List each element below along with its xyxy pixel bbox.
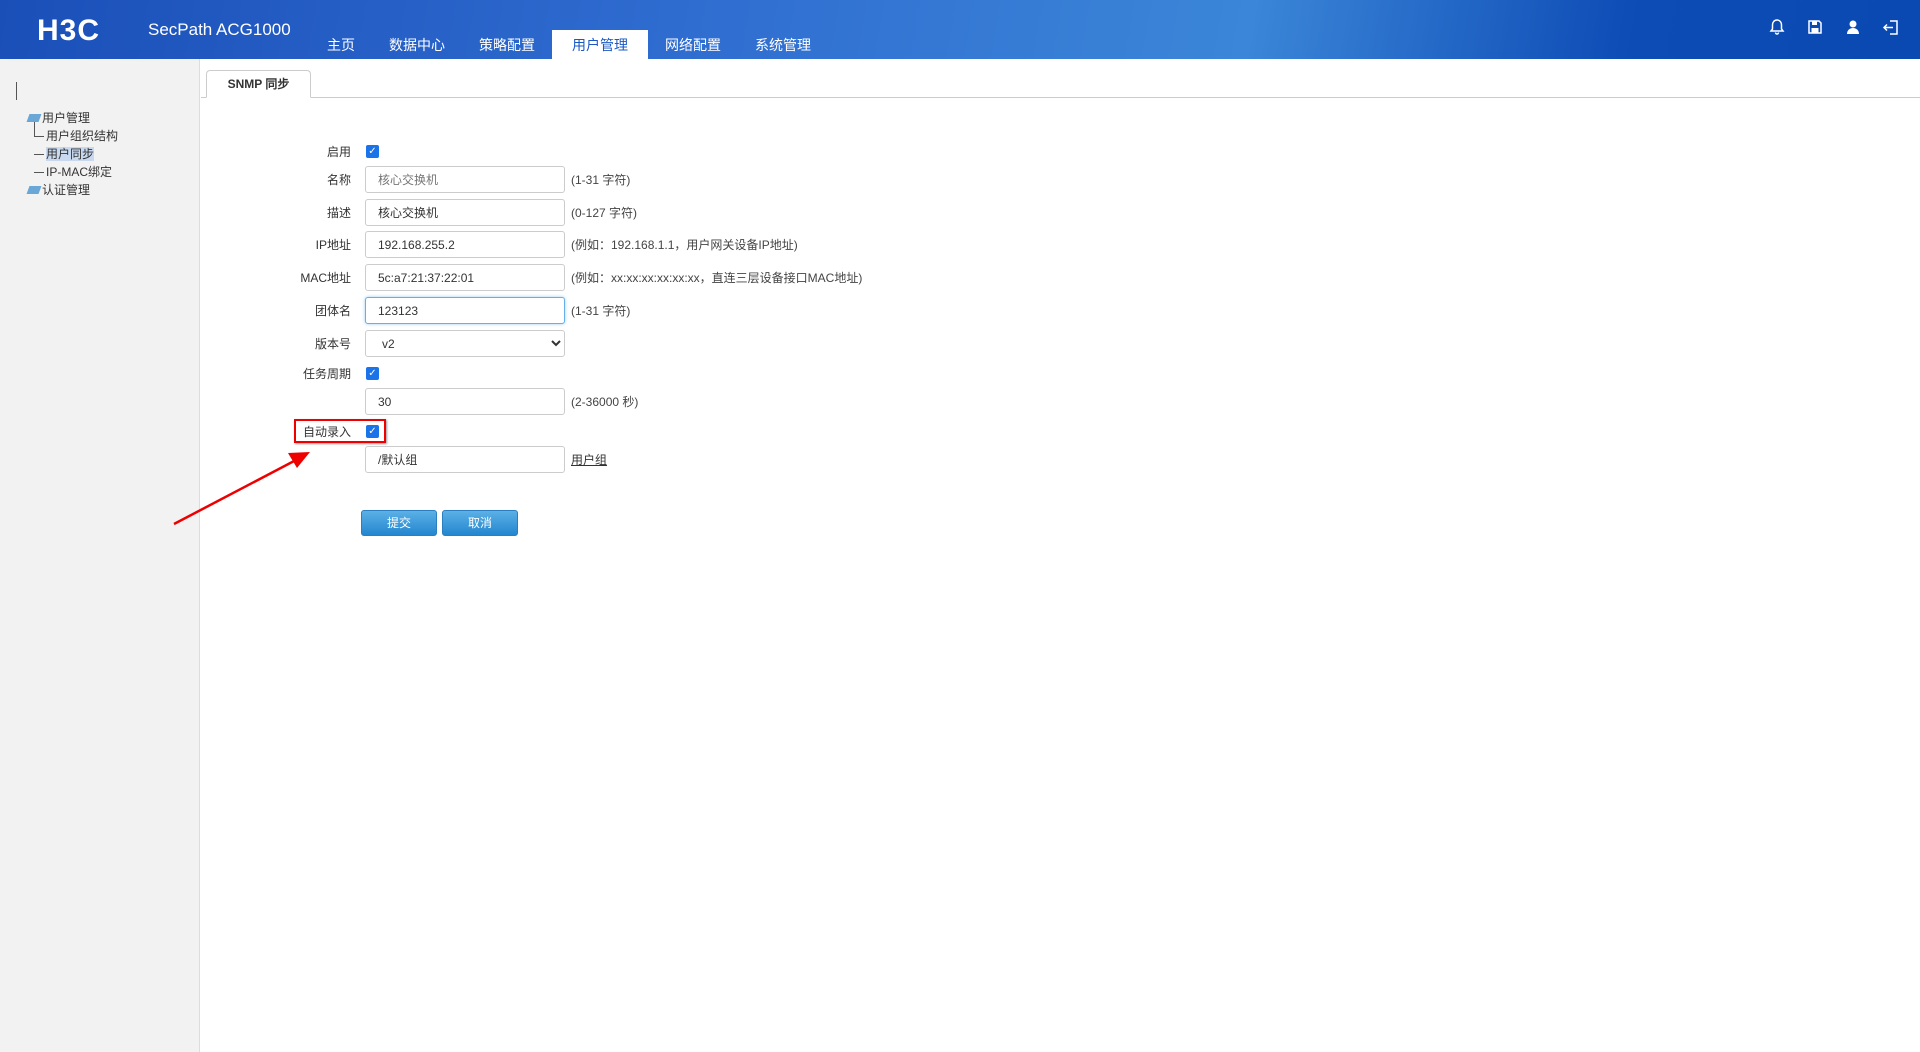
- top-header: H3C SecPath ACG1000 主页 数据中心 策略配置 用户管理 网络…: [0, 0, 1920, 59]
- ip-input[interactable]: [365, 231, 565, 258]
- ip-hint: (例如：192.168.1.1，用户网关设备IP地址): [571, 238, 798, 252]
- ip-label: IP地址: [315, 238, 351, 252]
- version-select[interactable]: v2: [365, 330, 565, 357]
- mac-label: MAC地址: [300, 271, 351, 285]
- h3c-logo: H3C: [37, 14, 101, 47]
- mac-input[interactable]: [365, 264, 565, 291]
- product-name: SecPath ACG1000: [148, 20, 291, 39]
- sidebar: 用户管理 用户组织结构 用户同步 IP-MAC绑定 认证管理: [0, 59, 200, 1052]
- tree-item-org-structure[interactable]: 用户组织结构: [16, 127, 118, 145]
- nav-system[interactable]: 系统管理: [738, 30, 828, 59]
- desc-hint: (0-127 字符): [571, 206, 638, 220]
- tree-group-user-management[interactable]: 用户管理: [16, 109, 118, 127]
- nav-data-center[interactable]: 数据中心: [372, 30, 462, 59]
- save-icon[interactable]: [1806, 18, 1824, 36]
- community-label: 团体名: [314, 304, 351, 318]
- tab-bar: SNMP 同步: [201, 70, 1920, 98]
- user-group-input[interactable]: [365, 446, 565, 473]
- period-label: 任务周期: [302, 367, 351, 381]
- mac-hint: (例如：xx:xx:xx:xx:xx:xx，直连三层设备接口MAC地址): [571, 271, 863, 285]
- tree-item-user-sync[interactable]: 用户同步: [16, 145, 118, 163]
- highlight-box: [294, 419, 386, 443]
- description-input[interactable]: [365, 199, 565, 226]
- version-label: 版本号: [314, 337, 351, 351]
- bell-icon[interactable]: [1768, 18, 1786, 36]
- period-hint: (2-36000 秒): [571, 395, 639, 409]
- user-icon[interactable]: [1844, 18, 1862, 36]
- folder-icon: [26, 114, 42, 122]
- tree-item-ip-mac-binding[interactable]: IP-MAC绑定: [16, 163, 118, 181]
- name-input[interactable]: [365, 166, 565, 193]
- desc-label: 描述: [326, 206, 351, 220]
- main-nav: 主页 数据中心 策略配置 用户管理 网络配置 系统管理: [310, 30, 828, 59]
- tree-group-auth-management[interactable]: 认证管理: [16, 181, 118, 199]
- enable-label: 启用: [326, 145, 351, 159]
- period-input[interactable]: [365, 388, 565, 415]
- period-checkbox[interactable]: ✓: [366, 367, 379, 380]
- folder-icon: [26, 186, 42, 194]
- name-label: 名称: [326, 173, 351, 187]
- name-hint: (1-31 字符): [571, 173, 631, 187]
- nav-network[interactable]: 网络配置: [648, 30, 738, 59]
- nav-user-management[interactable]: 用户管理: [552, 30, 648, 59]
- nav-tree: 用户管理 用户组织结构 用户同步 IP-MAC绑定 认证管理: [16, 73, 118, 199]
- cancel-button[interactable]: 取消: [442, 510, 518, 536]
- nav-policy[interactable]: 策略配置: [462, 30, 552, 59]
- community-hint: (1-31 字符): [571, 304, 631, 318]
- user-group-link[interactable]: 用户组: [571, 451, 607, 468]
- tab-snmp-sync[interactable]: SNMP 同步: [206, 70, 311, 98]
- nav-home[interactable]: 主页: [310, 30, 372, 59]
- logout-icon[interactable]: [1882, 18, 1900, 36]
- enable-checkbox[interactable]: ✓: [366, 145, 379, 158]
- community-input[interactable]: [365, 297, 565, 324]
- submit-button[interactable]: 提交: [361, 510, 437, 536]
